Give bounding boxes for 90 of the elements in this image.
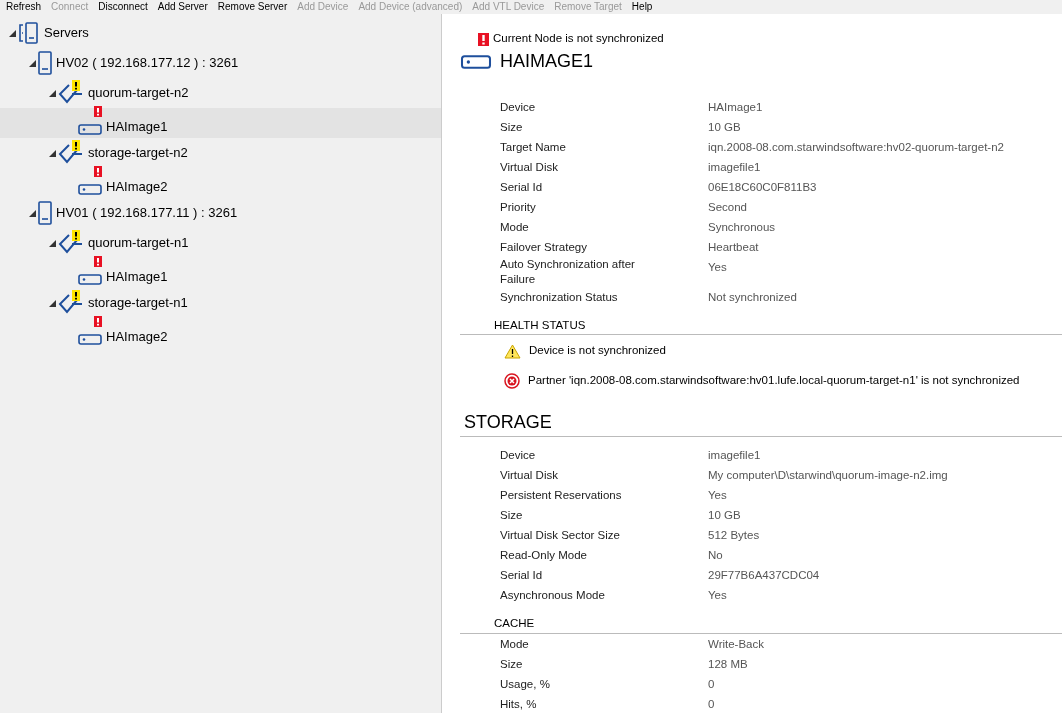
property-label: Virtual Disk [500, 160, 559, 175]
property-value: My computer\D\starwind\quorum-image-n2.img [708, 468, 948, 484]
tree-item[interactable]: HAImage2 [0, 318, 441, 348]
expand-arrow-icon[interactable] [28, 59, 36, 67]
property-label: Asynchronous Mode [500, 588, 606, 604]
item-label: storage-target-n1 [88, 294, 188, 313]
property-value: iqn.2008-08.com.starwindsoftware:hv02-quorum-target-n2 [708, 140, 1004, 155]
property-label: Size [500, 508, 524, 524]
property-value: Not synchronized [708, 290, 797, 305]
property-value: Second [708, 200, 747, 215]
server-icon [38, 201, 52, 225]
tree-item[interactable]: quorum-target-n1 [0, 228, 441, 258]
item-label: quorum-target-n1 [88, 234, 189, 253]
toolbar-button[interactable]: Add Server [157, 0, 208, 14]
property-label: Device [500, 448, 537, 464]
property-label: Size [500, 656, 524, 672]
property-value: 29F77B6A437CDC04 [708, 568, 820, 584]
property-value: 10 GB [708, 508, 741, 524]
tree-item[interactable]: Servers [0, 18, 441, 48]
page-title: HAIMAGE1 [500, 50, 594, 73]
property-value: HAImage1 [708, 100, 763, 115]
error-icon [504, 371, 520, 390]
property-label: Device [500, 100, 537, 115]
property-value: 10 GB [708, 120, 741, 135]
item-label: Servers [44, 24, 89, 43]
property-value: Yes [708, 488, 727, 504]
toolbar-button[interactable]: Help [631, 0, 653, 14]
property-label: Serial Id [500, 568, 544, 584]
tree-item[interactable]: HAImage1 [0, 258, 441, 288]
toolbar-button[interactable]: Refresh [6, 0, 41, 14]
health-message: Device is not synchronized [529, 342, 666, 358]
property-value: Synchronous [708, 220, 776, 235]
property-value: Yes [708, 588, 727, 604]
health-message: Partner 'iqn.2008-08.com.starwindsoftware:hv01.lufe.local-quorum-target-n1' is not synchronized [528, 372, 1020, 388]
property-value: 128 MB [708, 656, 748, 672]
tree-item[interactable]: storage-target-n2 [0, 138, 441, 168]
property-value: No [708, 548, 723, 564]
item-label: HAImage1 [106, 268, 168, 287]
tree-item[interactable]: storage-target-n1 [0, 288, 441, 318]
property-label: Read-Only Mode [500, 548, 588, 564]
server-icon [38, 51, 52, 75]
property-value: imagefile1 [708, 448, 761, 464]
property-value: imagefile1 [708, 160, 761, 175]
property-value: 0 [708, 696, 715, 712]
item-label: quorum-target-n2 [88, 84, 189, 103]
tree-item[interactable]: HV02 ( 192.168.177.12 ) : 3261 [0, 48, 441, 78]
property-label: Mode [500, 220, 530, 235]
expand-arrow-icon[interactable] [8, 29, 16, 37]
tree-item[interactable]: HAImage1 [0, 108, 441, 138]
property-label: Failover Strategy [500, 240, 588, 255]
toolbar-button[interactable]: Disconnect [98, 0, 148, 14]
property-value: Write-Back [708, 636, 765, 652]
property-label: Synchronization Status [500, 290, 619, 305]
property-label: Mode [500, 636, 530, 652]
alert-text: Current Node is not synchronized [493, 31, 664, 47]
property-label: Persistent Reservations [500, 488, 623, 504]
section-heading: HEALTH STATUS [460, 317, 1062, 336]
toolbar-button[interactable]: Remove Server [217, 0, 288, 14]
servers-icon [18, 21, 40, 45]
tree-item[interactable]: quorum-target-n2 [0, 78, 441, 108]
tree-item[interactable]: HV01 ( 192.168.177.11 ) : 3261 [0, 198, 441, 228]
tree-item[interactable]: HAImage2 [0, 168, 441, 198]
property-label: Hits, % [500, 696, 538, 712]
property-value: Heartbeat [708, 240, 759, 255]
property-label: Auto Synchronization after Failure [500, 257, 636, 287]
property-label: Virtual Disk Sector Size [500, 528, 621, 544]
expand-arrow-icon[interactable] [48, 149, 56, 157]
expand-arrow-icon[interactable] [48, 239, 56, 247]
item-label: HAImage1 [106, 118, 168, 137]
property-label: Serial Id [500, 180, 544, 195]
section-heading: STORAGE [460, 409, 1062, 438]
section-heading: CACHE [460, 615, 1062, 634]
property-value: Yes [708, 260, 727, 275]
property-value: 0 [708, 676, 715, 692]
item-label: HV02 ( 192.168.177.12 ) : 3261 [56, 54, 239, 73]
expand-arrow-icon[interactable] [48, 299, 56, 307]
property-value: 06E18C60C0F811B3 [708, 180, 817, 195]
property-label: Usage, % [500, 676, 551, 692]
item-label: HV01 ( 192.168.177.11 ) : 3261 [56, 204, 238, 223]
expand-arrow-icon[interactable] [48, 89, 56, 97]
property-label: Size [500, 120, 524, 135]
error-icon [478, 30, 489, 48]
property-label: Virtual Disk [500, 468, 559, 484]
item-label: storage-target-n2 [88, 144, 188, 163]
expand-arrow-icon[interactable] [28, 209, 36, 217]
item-label: HAImage2 [106, 328, 168, 347]
property-label: Target Name [500, 140, 567, 155]
property-value: 512 Bytes [708, 528, 760, 544]
property-label: Priority [500, 200, 537, 215]
item-label: HAImage2 [106, 178, 168, 197]
